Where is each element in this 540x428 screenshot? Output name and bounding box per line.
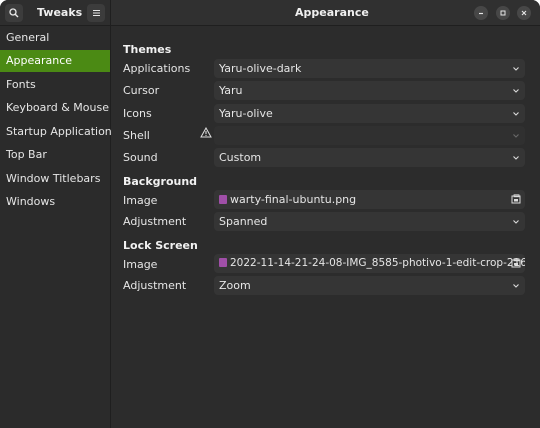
app-title: Tweaks [37, 6, 83, 19]
search-icon [9, 8, 19, 18]
shell-theme-combo[interactable] [214, 126, 525, 145]
sidebar-item-fonts[interactable]: Fonts [0, 74, 110, 96]
header-bar: Tweaks Appearance [0, 0, 540, 26]
menu-button[interactable] [87, 4, 105, 22]
background-section-title: Background [123, 175, 198, 188]
chevron-down-icon [511, 59, 521, 78]
tweaks-window: Tweaks Appearance General Appearance Fon… [0, 0, 540, 428]
lock-screen-image-label: Image [123, 258, 158, 271]
lock-screen-adjustment-combo[interactable]: Zoom [214, 276, 525, 295]
close-icon [521, 10, 527, 16]
minimize-button[interactable] [474, 6, 488, 20]
background-image-label: Image [123, 194, 158, 207]
sidebar-item-windows[interactable]: Windows [0, 191, 110, 213]
lock-screen-adjustment-label: Adjustment [123, 279, 187, 292]
hamburger-menu-icon [92, 10, 100, 16]
chevron-down-icon [511, 126, 521, 145]
lock-screen-section-title: Lock Screen [123, 239, 198, 252]
shell-label: Shell [123, 129, 150, 142]
icons-theme-combo[interactable]: Yaru-olive [214, 104, 525, 123]
cursor-theme-combo[interactable]: Yaru [214, 81, 525, 100]
sidebar-item-startup-applications[interactable]: Startup Applications [0, 121, 118, 143]
background-adjustment-label: Adjustment [123, 215, 187, 228]
close-button[interactable] [517, 6, 531, 20]
sidebar-item-appearance[interactable]: Appearance [0, 50, 110, 72]
background-image-chooser[interactable]: warty-final-ubuntu.png [214, 190, 525, 209]
icons-label: Icons [123, 107, 152, 120]
applications-label: Applications [123, 62, 191, 75]
sound-theme-combo[interactable]: Custom [214, 148, 525, 167]
warning-icon [200, 126, 212, 141]
chevron-down-icon [511, 81, 521, 100]
background-image-filename: warty-final-ubuntu.png [230, 193, 357, 206]
sidebar-header: Tweaks [0, 0, 111, 26]
applications-theme-value: Yaru-olive-dark [219, 62, 302, 75]
page-title: Appearance [295, 6, 369, 19]
sound-theme-value: Custom [219, 151, 262, 164]
sidebar-item-keyboard-mouse[interactable]: Keyboard & Mouse [0, 97, 110, 119]
appearance-panel: Themes Applications Yaru-olive-dark Curs… [111, 26, 540, 428]
background-adjustment-value: Spanned [219, 215, 268, 228]
chevron-down-icon [511, 212, 521, 231]
open-file-icon [510, 192, 522, 206]
minimize-icon [479, 12, 483, 15]
icons-theme-value: Yaru-olive [219, 107, 273, 120]
chevron-down-icon [511, 104, 521, 123]
sidebar-item-top-bar[interactable]: Top Bar [0, 144, 110, 166]
image-file-icon [219, 195, 227, 204]
maximize-icon [500, 10, 506, 16]
content-header: Appearance [111, 0, 540, 26]
search-button[interactable] [5, 4, 23, 22]
applications-theme-combo[interactable]: Yaru-olive-dark [214, 59, 525, 78]
maximize-button[interactable] [496, 6, 510, 20]
image-file-icon [219, 258, 227, 267]
themes-section-title: Themes [123, 43, 172, 56]
background-adjustment-combo[interactable]: Spanned [214, 212, 525, 231]
chevron-down-icon [511, 276, 521, 295]
lock-screen-image-chooser[interactable]: 2022-11-14-21-24-08-IMG_8585-photivo-1-e… [214, 254, 525, 273]
sidebar-item-general[interactable]: General [0, 27, 110, 49]
chevron-down-icon [511, 148, 521, 167]
lock-screen-adjustment-value: Zoom [219, 279, 251, 292]
cursor-theme-value: Yaru [219, 84, 243, 97]
open-file-icon [510, 256, 522, 270]
sidebar-item-window-titlebars[interactable]: Window Titlebars [0, 168, 110, 190]
lock-screen-image-filename: 2022-11-14-21-24-08-IMG_8585-photivo-1-e… [230, 257, 525, 269]
sound-label: Sound [123, 151, 158, 164]
sidebar: General Appearance Fonts Keyboard & Mous… [0, 26, 118, 428]
cursor-label: Cursor [123, 84, 160, 97]
